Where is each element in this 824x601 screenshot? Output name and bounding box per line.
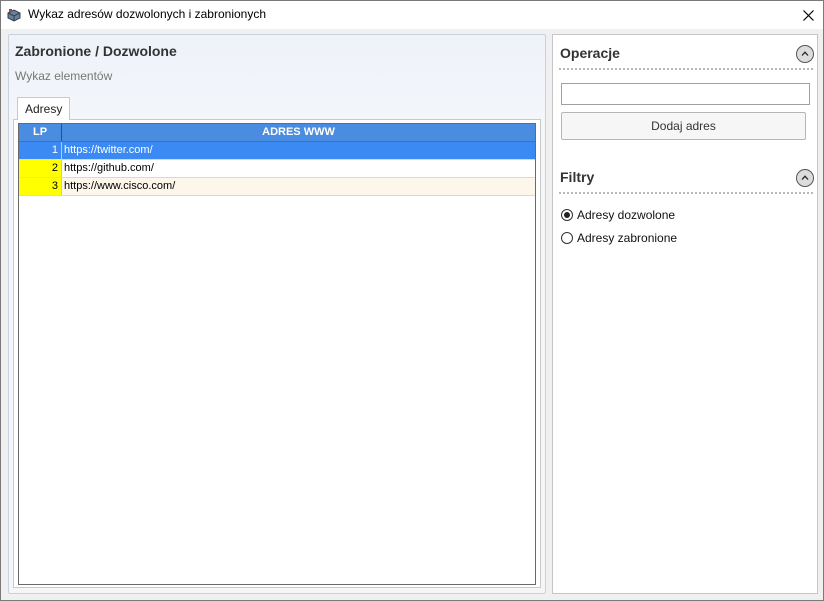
filter-forbidden-label: Adresy zabronione — [577, 231, 678, 245]
tab-page: LP ADRES WWW 1 https://twitter.com/ 2 ht… — [13, 119, 541, 588]
side-panel: Operacje Dodaj adres Filtry Adresy dozwo… — [552, 34, 818, 594]
operations-title: Operacje — [560, 45, 620, 61]
filters-title: Filtry — [560, 169, 595, 185]
close-icon — [802, 9, 814, 21]
address-grid[interactable]: LP ADRES WWW 1 https://twitter.com/ 2 ht… — [18, 123, 536, 585]
divider — [559, 68, 813, 70]
main-window: Wykaz adresów dozwolonych i zabronionych… — [0, 0, 824, 601]
radio-button[interactable] — [561, 232, 573, 244]
cell-lp: 3 — [19, 178, 62, 196]
chevron-up-icon — [801, 175, 809, 180]
chevron-up-icon — [801, 51, 809, 56]
filter-forbidden-radio[interactable]: Adresy zabronione — [561, 231, 677, 245]
close-button[interactable] — [793, 1, 823, 29]
operations-collapse-button[interactable] — [796, 45, 814, 63]
table-row[interactable]: 3 https://www.cisco.com/ — [19, 178, 535, 196]
table-row[interactable]: 2 https://github.com/ — [19, 160, 535, 178]
radio-button[interactable] — [561, 209, 573, 221]
list-panel: Zabronione / Dozwolone Wykaz elementów A… — [8, 34, 546, 594]
cell-lp: 1 — [19, 142, 62, 160]
filter-allowed-radio[interactable]: Adresy dozwolone — [561, 208, 675, 222]
divider — [559, 192, 813, 194]
panel-title: Zabronione / Dozwolone — [15, 43, 177, 59]
cell-lp: 2 — [19, 160, 62, 178]
column-header-address[interactable]: ADRES WWW — [62, 124, 535, 141]
panel-subtitle: Wykaz elementów — [15, 69, 113, 83]
cell-address: https://twitter.com/ — [62, 142, 535, 160]
cell-address: https://github.com/ — [62, 160, 535, 178]
tab-adresy[interactable]: Adresy — [17, 97, 71, 120]
cell-address: https://www.cisco.com/ — [62, 178, 535, 196]
table-row[interactable]: 1 https://twitter.com/ — [19, 142, 535, 160]
filter-allowed-label: Adresy dozwolone — [577, 208, 676, 222]
window-title: Wykaz adresów dozwolonych i zabronionych — [28, 7, 267, 21]
filters-collapse-button[interactable] — [796, 169, 814, 187]
app-icon — [7, 8, 21, 22]
address-input[interactable] — [561, 83, 810, 105]
grid-header: LP ADRES WWW — [19, 124, 535, 142]
add-address-button[interactable]: Dodaj adres — [561, 112, 806, 140]
title-bar: Wykaz adresów dozwolonych i zabronionych — [1, 1, 823, 29]
column-header-lp[interactable]: LP — [19, 124, 62, 141]
